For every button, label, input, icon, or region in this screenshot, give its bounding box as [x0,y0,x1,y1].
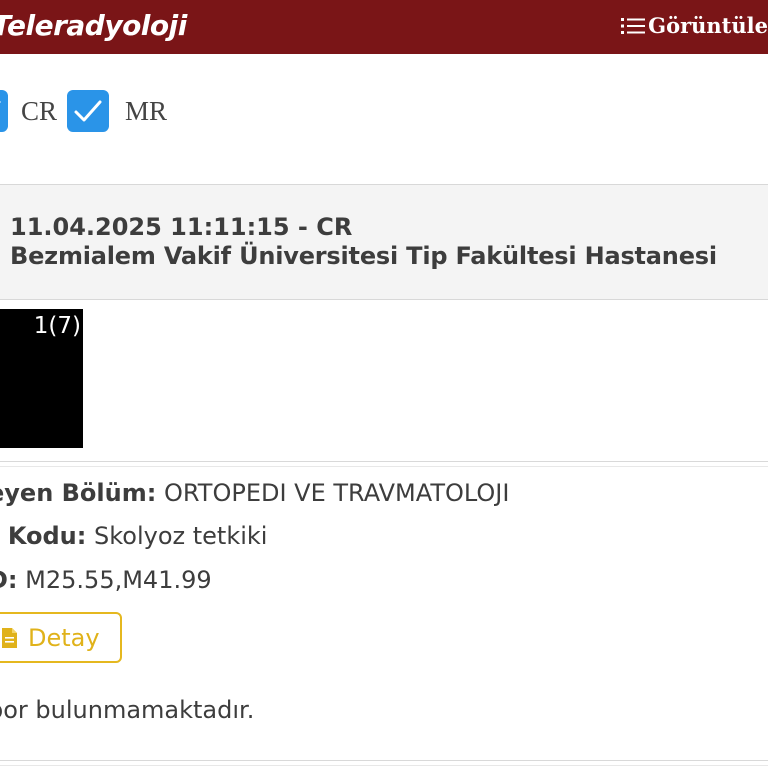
icd-label: D: [0,566,18,594]
filter-label-mr: MR [125,96,168,126]
study-header[interactable]: 11.04.2025 11:11:15 - CR Bezmialem Vakif… [0,184,768,300]
checkmark-icon [74,100,102,122]
list-icon [621,17,646,34]
department-value: ORTOPEDI VE TRAVMATOLOJI [163,479,510,507]
divider [0,466,768,467]
report-status: por bulunmamaktadır. [0,696,255,724]
icd-row: D: M25.55,M41.99 [0,566,212,594]
detail-button-label: Detay [28,623,100,652]
study-datetime-modality: 11.04.2025 11:11:15 - CR [10,213,353,241]
study-hospital: Bezmialem Vakif Üniversitesi Tip Fakülte… [10,242,717,270]
document-icon [2,627,17,648]
brand-logo[interactable]: Teleradyoloji [0,9,187,42]
checkbox-prev[interactable] [0,90,8,132]
divider [0,760,768,761]
checkbox-mr[interactable] [67,90,109,132]
image-count: 1(7) [33,313,81,339]
icd-value: M25.55,M41.99 [25,566,212,594]
filter-label-cr: CR [21,96,58,126]
checkmark-icon [0,100,1,104]
department-label: eyen Bölüm: [0,479,157,507]
exam-code-value: Skolyoz tetkiki [94,522,268,550]
view-menu-button[interactable]: Görüntüle [620,13,768,38]
detail-button[interactable]: Detay [0,612,122,663]
view-menu-label: Görüntüle [648,13,768,38]
exam-code-row: t Kodu: Skolyoz tetkiki [0,522,267,550]
divider [0,461,768,462]
top-navbar: Teleradyoloji Görüntüle [0,0,768,54]
exam-code-label: t Kodu: [0,522,87,550]
modality-filters: CR MR [0,88,768,134]
department-row: eyen Bölüm: ORTOPEDI VE TRAVMATOLOJI [0,479,509,507]
study-thumbnail[interactable]: 1(7) [0,309,83,448]
divider [0,765,768,766]
